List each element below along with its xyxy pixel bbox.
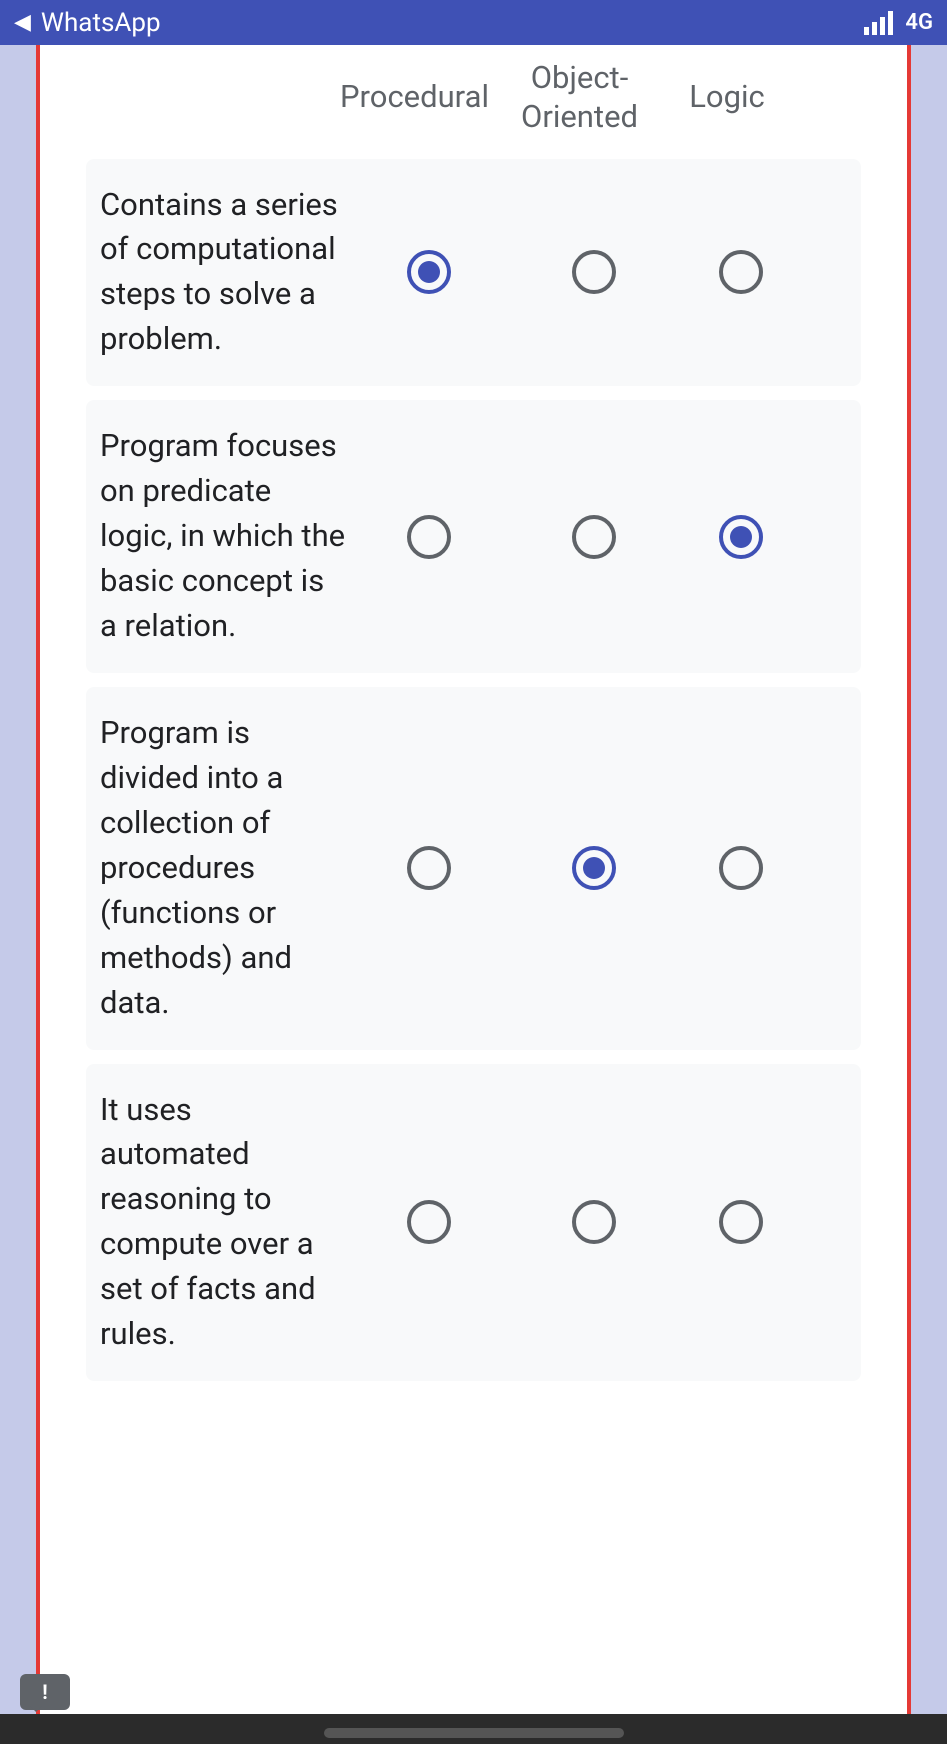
status-right: 4G	[864, 10, 933, 35]
row-label: Program focuses on predicate logic, in w…	[100, 424, 346, 649]
radio-button[interactable]	[407, 250, 451, 294]
grid-row: Program focuses on predicate logic, in w…	[86, 400, 861, 673]
radio-button[interactable]	[719, 1200, 763, 1244]
radio-button[interactable]	[572, 515, 616, 559]
radio-button[interactable]	[572, 1200, 616, 1244]
grid-row: It uses automated reasoning to compute o…	[86, 1064, 861, 1382]
question-card: Procedural Object-Oriented Logic Contain…	[36, 45, 911, 1714]
column-header: Procedural	[332, 78, 497, 117]
radio-cell	[676, 250, 806, 294]
radio-button[interactable]	[572, 250, 616, 294]
radio-button[interactable]	[407, 846, 451, 890]
radio-cell	[346, 515, 511, 559]
column-header: Logic	[662, 78, 792, 117]
status-bar: ◀ WhatsApp 4G	[0, 0, 947, 45]
radio-button[interactable]	[572, 846, 616, 890]
radio-button[interactable]	[719, 846, 763, 890]
grid-row: Program is divided into a collection of …	[86, 687, 861, 1050]
row-label: Contains a series of computational steps…	[100, 183, 346, 363]
radio-cell	[346, 250, 511, 294]
back-caret-icon: ◀	[14, 12, 31, 34]
radio-cell	[676, 515, 806, 559]
radio-cell	[511, 846, 676, 890]
exclamation-icon: !	[42, 1680, 47, 1704]
radio-cell	[346, 1200, 511, 1244]
grid-header-row: Procedural Object-Oriented Logic	[86, 45, 861, 159]
radio-button[interactable]	[407, 1200, 451, 1244]
grid-rows: Contains a series of computational steps…	[86, 159, 861, 1382]
signal-icon	[864, 11, 893, 35]
page-body: Procedural Object-Oriented Logic Contain…	[0, 45, 947, 1714]
grid-row: Contains a series of computational steps…	[86, 159, 861, 387]
radio-cell	[346, 846, 511, 890]
row-label: Program is divided into a collection of …	[100, 711, 346, 1026]
gesture-pill[interactable]	[324, 1728, 624, 1738]
radio-cell	[511, 250, 676, 294]
radio-button[interactable]	[407, 515, 451, 559]
radio-button[interactable]	[719, 250, 763, 294]
network-label: 4G	[905, 10, 933, 35]
status-back-to-app[interactable]: ◀ WhatsApp	[14, 8, 161, 38]
radio-cell	[511, 1200, 676, 1244]
column-header: Object-Oriented	[497, 59, 662, 137]
feedback-button[interactable]: !	[20, 1674, 70, 1710]
back-app-name: WhatsApp	[41, 8, 161, 38]
radio-cell	[676, 1200, 806, 1244]
radio-cell	[511, 515, 676, 559]
radio-button[interactable]	[719, 515, 763, 559]
radio-cell	[676, 846, 806, 890]
row-label: It uses automated reasoning to compute o…	[100, 1088, 346, 1358]
system-nav-bar	[0, 1714, 947, 1744]
